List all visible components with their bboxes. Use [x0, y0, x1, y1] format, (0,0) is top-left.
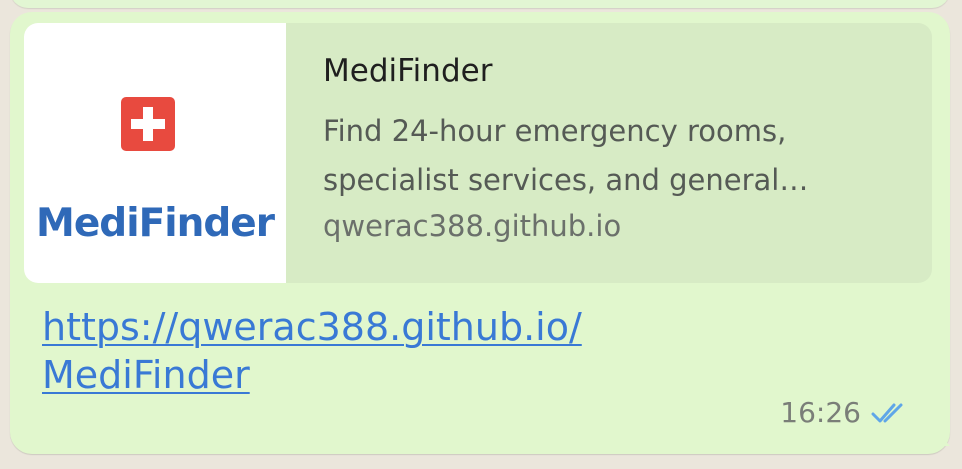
link-preview-description: Find 24-hour emergency rooms, specialist… — [323, 107, 908, 205]
link-preview-text[interactable]: MediFinder Find 24-hour emergency rooms,… — [323, 23, 913, 283]
message-bubble[interactable]: MediFinder MediFinder Find 24-hour emerg… — [10, 12, 950, 454]
thumbnail-logo-text: MediFinder — [36, 201, 275, 246]
link-preview-card[interactable]: MediFinder MediFinder Find 24-hour emerg… — [24, 23, 932, 283]
message-link-line-2[interactable]: MediFinder — [42, 351, 742, 399]
message-link-line-1[interactable]: https://qwerac388.github.io/ — [42, 303, 742, 351]
link-preview-thumbnail[interactable]: MediFinder — [24, 23, 286, 283]
message-time: 16:26 — [780, 396, 861, 429]
link-preview-title: MediFinder — [323, 53, 493, 89]
message-link[interactable]: https://qwerac388.github.io/ MediFinder — [42, 303, 742, 399]
link-preview-description-line-2: specialist services, and general… — [323, 163, 809, 197]
link-preview-description-line-1: Find 24-hour emergency rooms, — [323, 114, 787, 148]
medical-cross-icon — [121, 97, 175, 151]
message-meta: 16:26 — [780, 396, 912, 429]
bubble-tail — [924, 418, 950, 446]
double-check-icon — [870, 399, 912, 427]
previous-message-bubble[interactable] — [10, 0, 950, 8]
link-preview-domain: qwerac388.github.io — [323, 209, 622, 243]
